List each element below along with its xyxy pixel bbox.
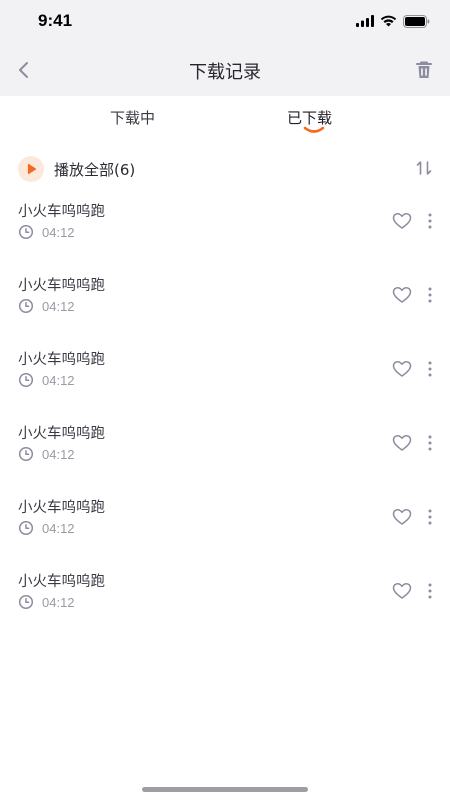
heart-icon[interactable] (392, 360, 412, 378)
item-title: 小火车呜呜跑 (18, 204, 105, 220)
trash-icon[interactable] (412, 58, 436, 82)
clock-icon (18, 594, 34, 610)
clock-icon (18, 298, 34, 314)
clock-icon (18, 446, 34, 462)
list-item[interactable]: 小火车呜呜跑 04:12 (0, 338, 450, 412)
item-duration: 04:12 (42, 520, 75, 536)
play-all-button[interactable] (18, 156, 44, 182)
list-item[interactable]: 小火车呜呜跑 04:12 (0, 486, 450, 560)
wifi-icon (380, 15, 397, 27)
tab-downloaded[interactable]: 已下载 (287, 107, 332, 128)
heart-icon[interactable] (392, 434, 412, 452)
item-title: 小火车呜呜跑 (18, 574, 105, 590)
play-all-label[interactable]: 播放全部(6) (54, 159, 135, 180)
more-vertical-icon[interactable] (427, 508, 433, 526)
sort-icon[interactable] (416, 159, 432, 177)
heart-icon[interactable] (392, 508, 412, 526)
more-vertical-icon[interactable] (427, 286, 433, 304)
item-duration: 04:12 (42, 446, 75, 462)
page-title: 下载记录 (189, 62, 261, 83)
status-icons (356, 14, 430, 28)
item-duration: 04:12 (42, 372, 75, 388)
signal-icon (356, 15, 374, 27)
item-title: 小火车呜呜跑 (18, 278, 105, 294)
item-meta: 04:12 (18, 372, 75, 388)
item-duration: 04:12 (42, 298, 75, 314)
clock-icon (18, 372, 34, 388)
clock-icon (18, 224, 34, 240)
item-duration: 04:12 (42, 594, 75, 610)
heart-icon[interactable] (392, 582, 412, 600)
item-meta: 04:12 (18, 298, 75, 314)
clock-icon (18, 520, 34, 536)
status-time: 9:41 (38, 11, 73, 30)
item-title: 小火车呜呜跑 (18, 352, 105, 368)
list-item[interactable]: 小火车呜呜跑 04:12 (0, 264, 450, 338)
tab-active-indicator (303, 126, 325, 133)
item-title: 小火车呜呜跑 (18, 426, 105, 442)
more-vertical-icon[interactable] (427, 212, 433, 230)
item-title: 小火车呜呜跑 (18, 500, 105, 516)
more-vertical-icon[interactable] (427, 582, 433, 600)
more-vertical-icon[interactable] (427, 434, 433, 452)
download-list: 小火车呜呜跑 04:12 小火车呜呜跑 04:12 小火车呜呜跑 04:12 小… (0, 190, 450, 634)
list-item[interactable]: 小火车呜呜跑 04:12 (0, 190, 450, 264)
item-duration: 04:12 (42, 224, 75, 240)
item-meta: 04:12 (18, 594, 75, 610)
battery-icon (403, 14, 430, 28)
list-item[interactable]: 小火车呜呜跑 04:12 (0, 412, 450, 486)
tab-downloading[interactable]: 下载中 (110, 107, 155, 128)
nav-bar: 下载记录 (0, 44, 450, 96)
home-indicator (142, 787, 308, 792)
heart-icon[interactable] (392, 286, 412, 304)
play-icon (27, 163, 37, 175)
item-meta: 04:12 (18, 520, 75, 536)
tab-bar: 下载中 已下载 (0, 96, 450, 140)
item-meta: 04:12 (18, 224, 75, 240)
list-item[interactable]: 小火车呜呜跑 04:12 (0, 560, 450, 634)
heart-icon[interactable] (392, 212, 412, 230)
status-bar: 9:41 (0, 0, 450, 44)
more-vertical-icon[interactable] (427, 360, 433, 378)
play-all-bar: 播放全部(6) (0, 150, 450, 186)
item-meta: 04:12 (18, 446, 75, 462)
